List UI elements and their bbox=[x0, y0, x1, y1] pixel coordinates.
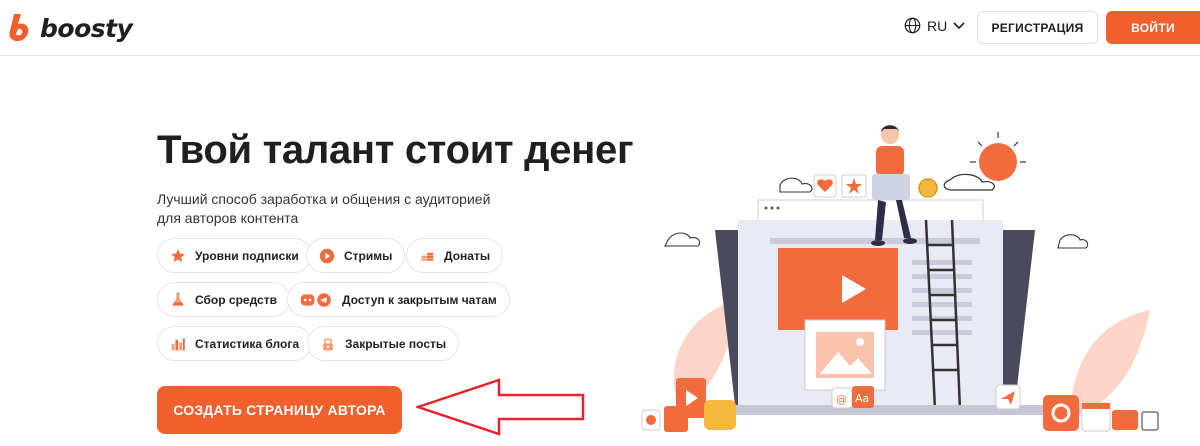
feature-chip-label: Стримы bbox=[344, 248, 393, 263]
feature-chip-label: Донаты bbox=[444, 248, 491, 263]
top-header: boosty RU РЕГИСТРАЦИЯ ВОЙТИ bbox=[0, 0, 1200, 56]
feature-chip-streams[interactable]: Стримы bbox=[306, 238, 406, 273]
coins-icon bbox=[418, 247, 435, 264]
feature-chip-private-chats[interactable]: Доступ к закрытым чатам bbox=[287, 282, 510, 317]
discord-telegram-icon bbox=[299, 291, 333, 308]
feature-chip-fundraising[interactable]: Сбор средств bbox=[157, 282, 290, 317]
language-label: RU bbox=[927, 17, 948, 34]
create-author-page-button[interactable]: СОЗДАТЬ СТРАНИЦУ АВТОРА bbox=[157, 386, 402, 434]
star-icon bbox=[169, 247, 186, 264]
feature-chip-label: Уровни подписки bbox=[195, 248, 299, 263]
feature-chip-label: Статистика блога bbox=[195, 336, 299, 351]
register-button[interactable]: РЕГИСТРАЦИЯ bbox=[977, 11, 1098, 44]
feature-chip-blog-statistics[interactable]: Статистика блога bbox=[157, 326, 312, 361]
feature-chip-label: Закрытые посты bbox=[345, 336, 447, 351]
play-icon bbox=[318, 247, 335, 264]
login-button[interactable]: ВОЙТИ bbox=[1106, 11, 1200, 44]
feature-chip-subscription-levels[interactable]: Уровни подписки bbox=[157, 238, 312, 273]
hero-title: Твой талант стоит денег bbox=[157, 128, 634, 172]
hero-subtitle-line: Лучший способ заработка и общения с ауди… bbox=[157, 191, 491, 207]
feature-chip-label: Доступ к закрытым чатам bbox=[342, 292, 497, 307]
hero-subtitle-line: для авторов контента bbox=[157, 210, 299, 226]
chevron-down-icon bbox=[953, 21, 965, 29]
bar-chart-icon bbox=[169, 335, 186, 352]
annotation-arrow-icon bbox=[416, 378, 585, 436]
hero-illustration: @ Aa bbox=[641, 125, 1159, 432]
feature-chip-label: Сбор средств bbox=[195, 292, 277, 307]
globe-icon bbox=[904, 17, 921, 34]
lightning-logo-icon bbox=[9, 14, 29, 42]
feature-chip-donations[interactable]: Донаты bbox=[406, 238, 504, 273]
svg-text:Aa: Aa bbox=[855, 392, 869, 405]
feature-chip-private-posts[interactable]: Закрытые посты bbox=[307, 326, 460, 361]
video-player bbox=[778, 248, 898, 330]
sun-icon bbox=[979, 143, 1017, 181]
hero-subtitle: Лучший способ заработка и общения с ауди… bbox=[157, 190, 497, 228]
language-selector[interactable]: RU bbox=[904, 17, 965, 34]
lock-icon bbox=[319, 335, 336, 352]
flask-icon bbox=[169, 291, 186, 308]
boosty-logo[interactable]: boosty bbox=[8, 12, 133, 44]
svg-text:@: @ bbox=[836, 393, 847, 406]
logo-text: boosty bbox=[40, 13, 133, 43]
